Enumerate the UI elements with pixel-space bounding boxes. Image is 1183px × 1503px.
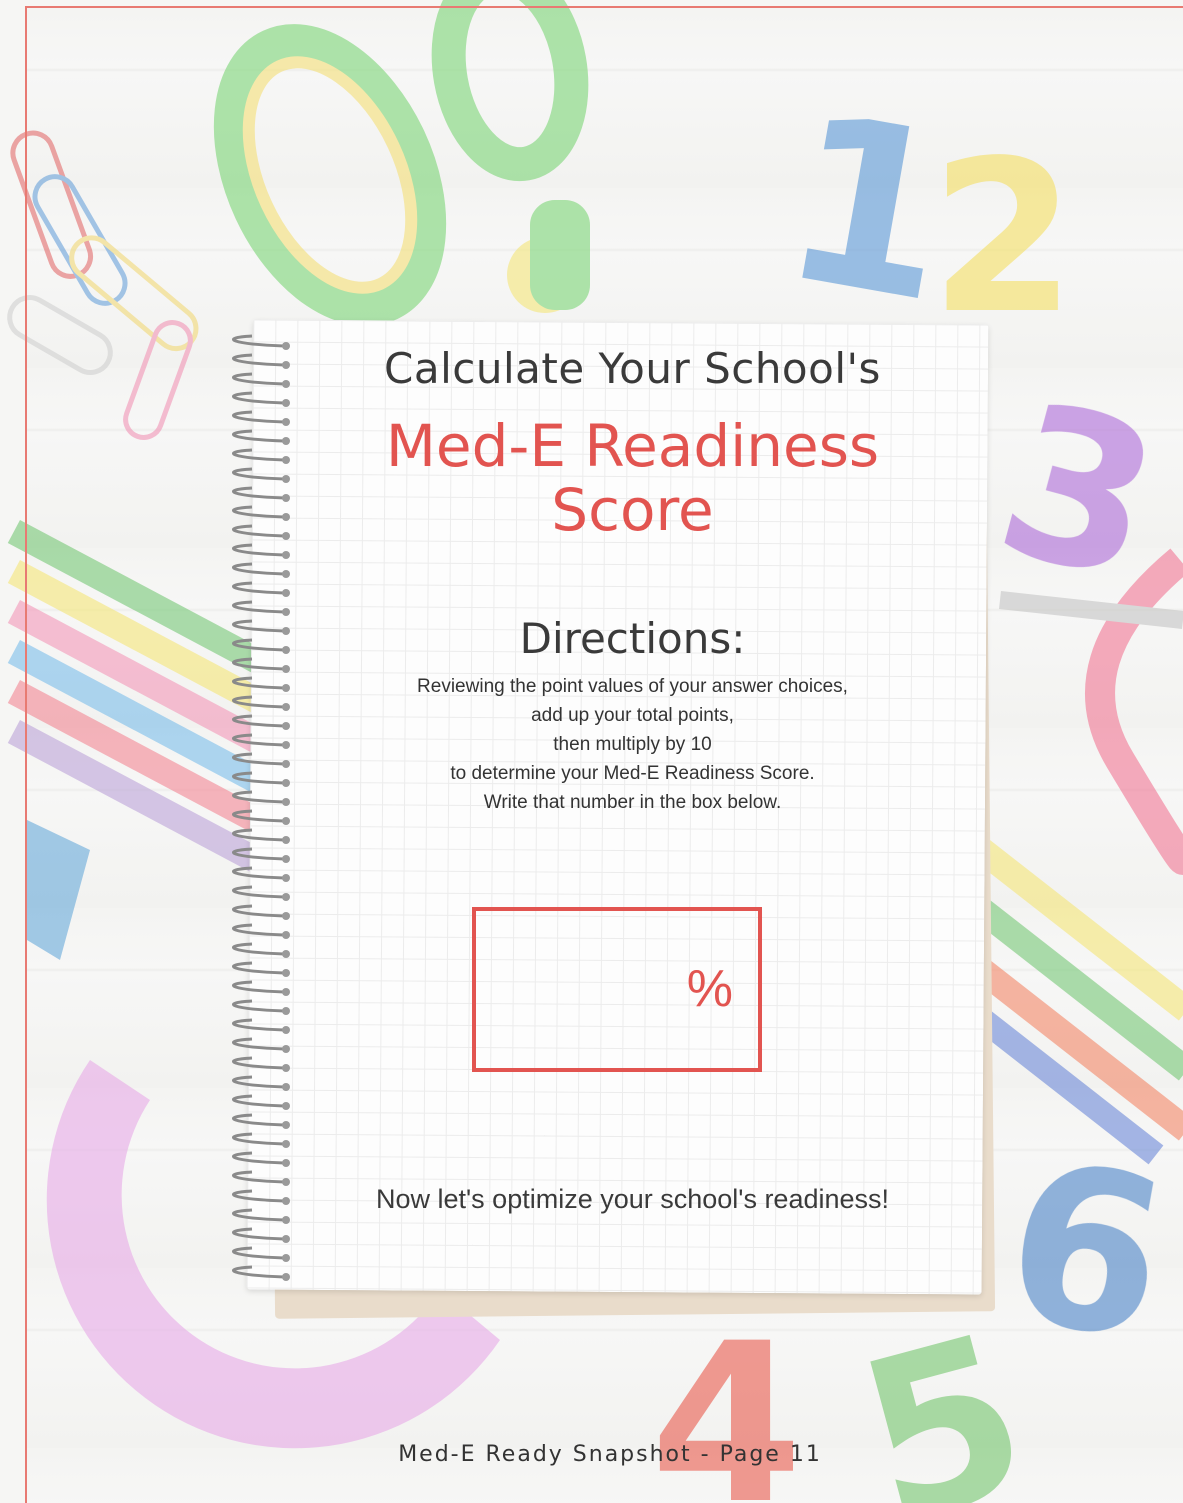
page-border — [25, 6, 1183, 1503]
worksheet-page: 1 2 3 4 5 6 Calculate Your School's Med-… — [0, 0, 1183, 1503]
